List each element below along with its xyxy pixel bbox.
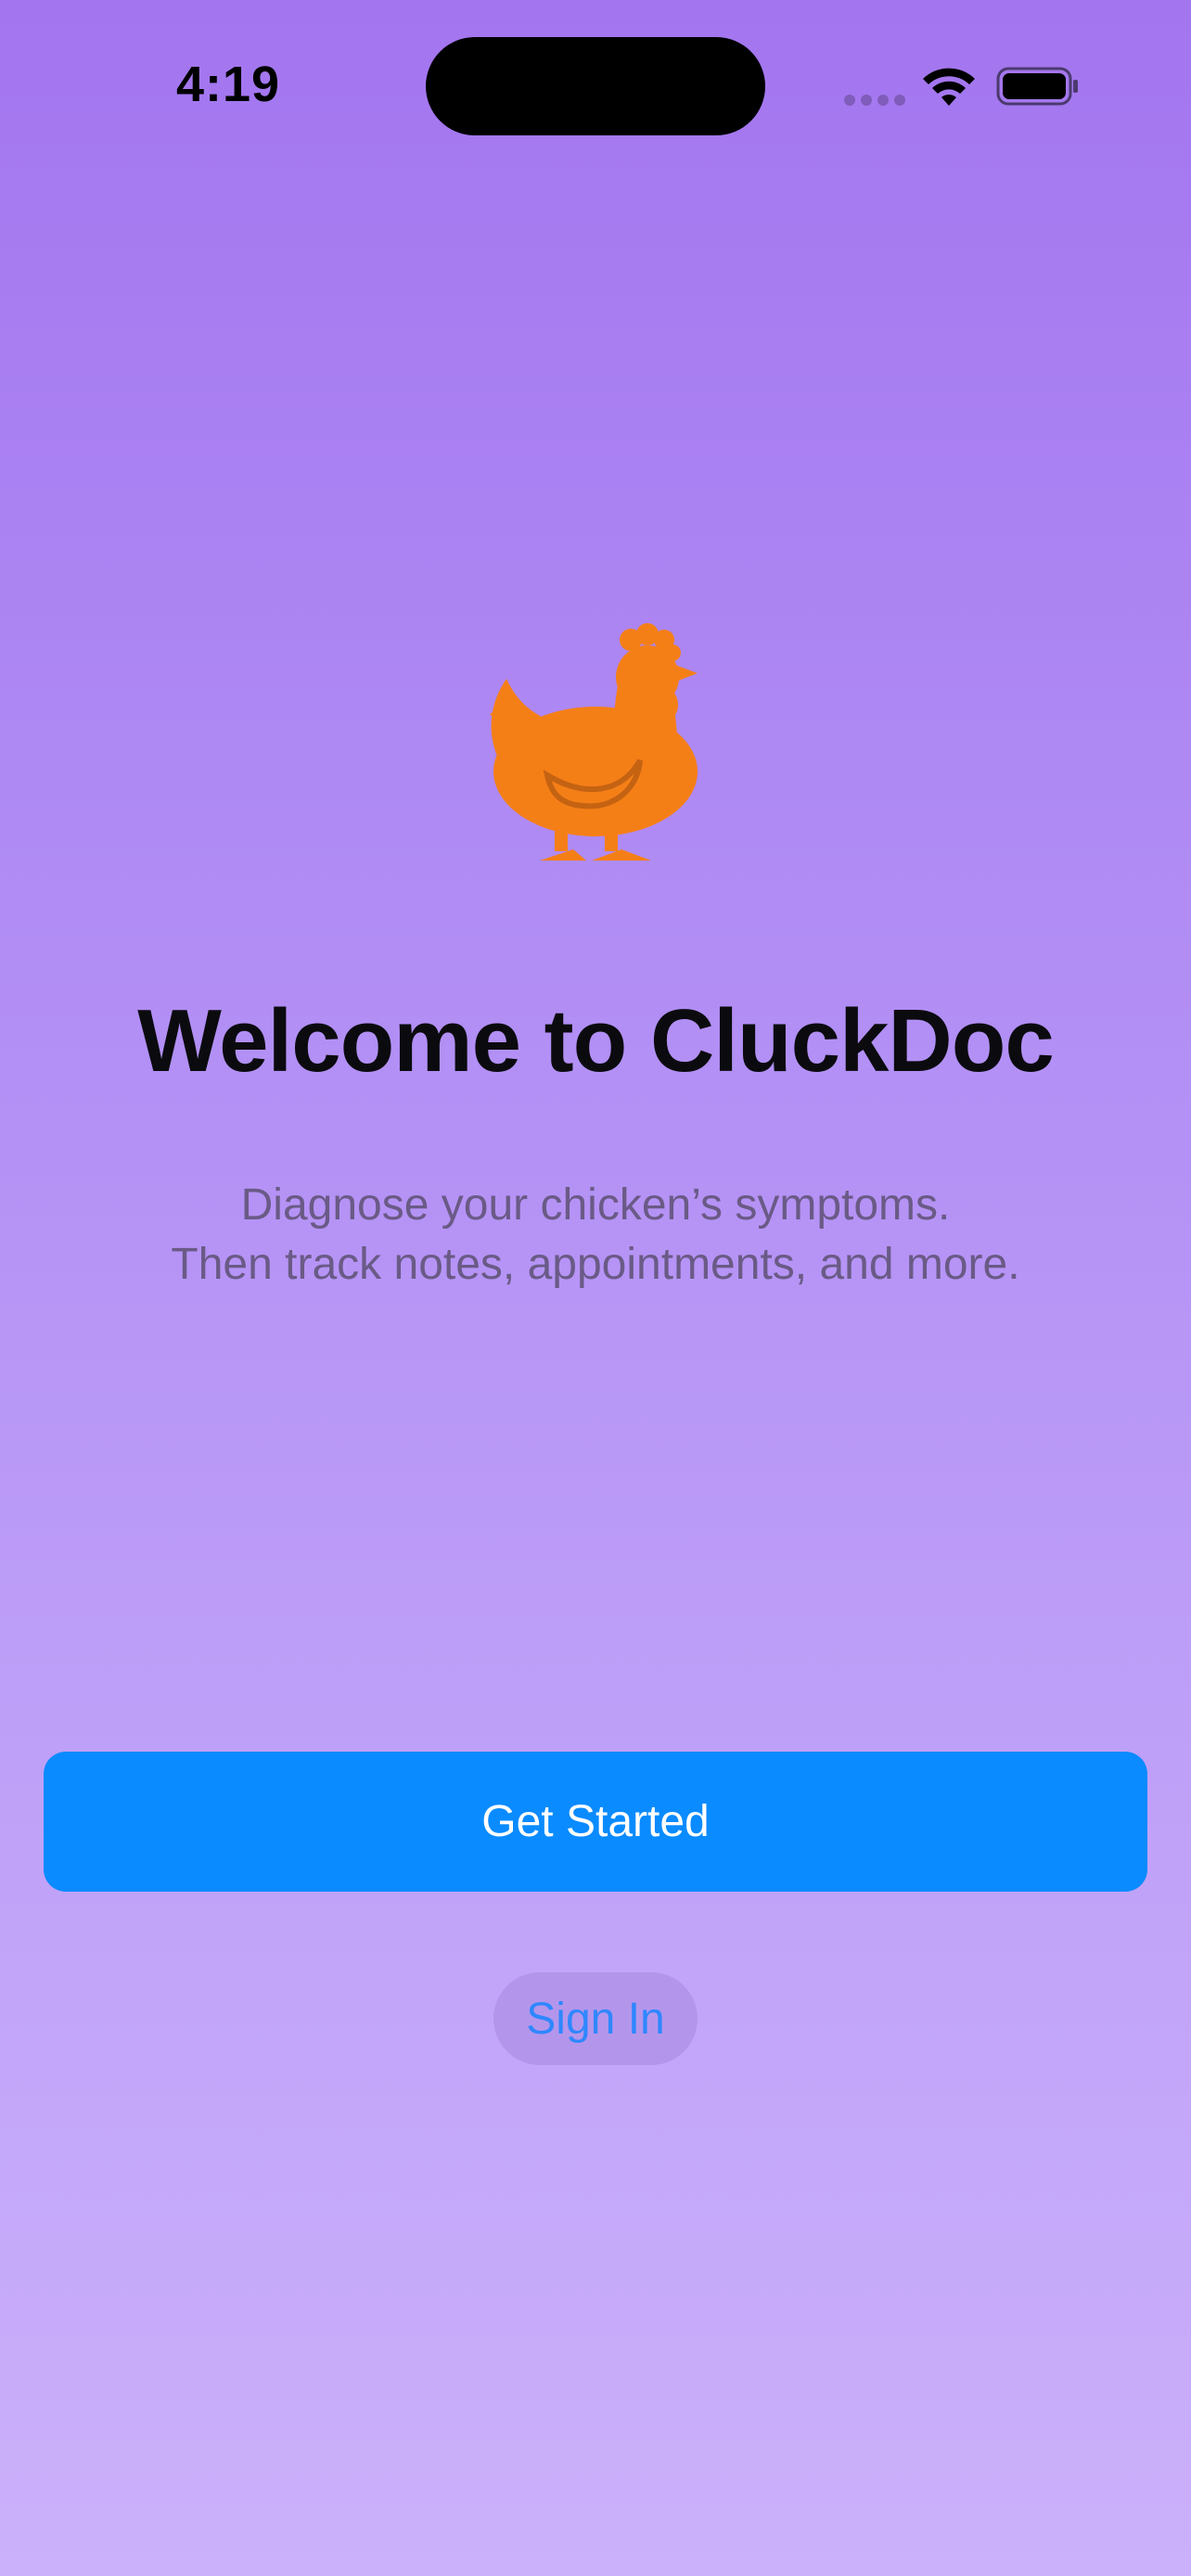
chicken-icon <box>490 623 698 861</box>
subtitle-line-1: Diagnose your chicken’s symptoms. <box>240 1180 951 1230</box>
subtitle-line-2: Then track notes, appointments, and more… <box>171 1240 1020 1289</box>
get-started-button[interactable]: Get Started <box>44 1752 1147 1892</box>
welcome-title: Welcome to CluckDoc <box>137 991 1054 1090</box>
cellular-signal-icon <box>844 95 905 106</box>
wifi-icon <box>923 68 975 106</box>
sign-in-button[interactable]: Sign In <box>493 1972 698 2065</box>
status-time: 4:19 <box>176 57 281 112</box>
dynamic-island <box>426 37 765 135</box>
battery-icon <box>996 67 1078 106</box>
status-bar: 4:19 <box>0 0 1191 176</box>
